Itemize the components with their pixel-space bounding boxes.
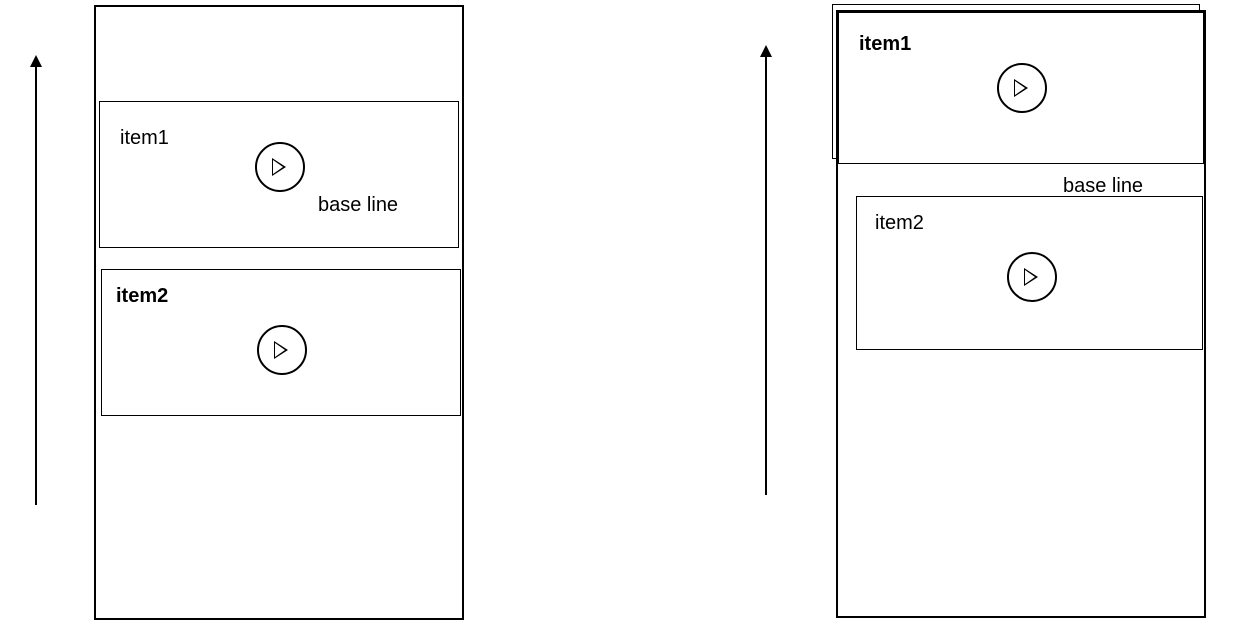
play-icon [997,63,1047,113]
baseline-label-right: base line [1063,175,1143,198]
item-box-1-right: item1 [838,12,1204,164]
arrow-head-icon [760,45,772,57]
item-label-2-left: item2 [116,285,168,308]
item-label-2-right: item2 [875,212,924,235]
item-box-2-left: item2 [101,269,461,416]
diagram-right-container: item1 base line item2 [836,10,1206,618]
play-icon [257,325,307,375]
baseline-label-left: base line [318,194,398,217]
item-label-1-right: item1 [859,33,911,56]
diagram-left-container: item1 base line item2 [94,5,464,620]
item-box-2-right: item2 [856,196,1203,350]
play-icon [255,142,305,192]
scroll-arrow-left [35,65,37,505]
play-icon [1007,252,1057,302]
scroll-arrow-right [765,55,767,495]
item-label-1-left: item1 [120,127,169,150]
arrow-head-icon [30,55,42,67]
item-box-1-left: item1 base line [99,101,459,248]
